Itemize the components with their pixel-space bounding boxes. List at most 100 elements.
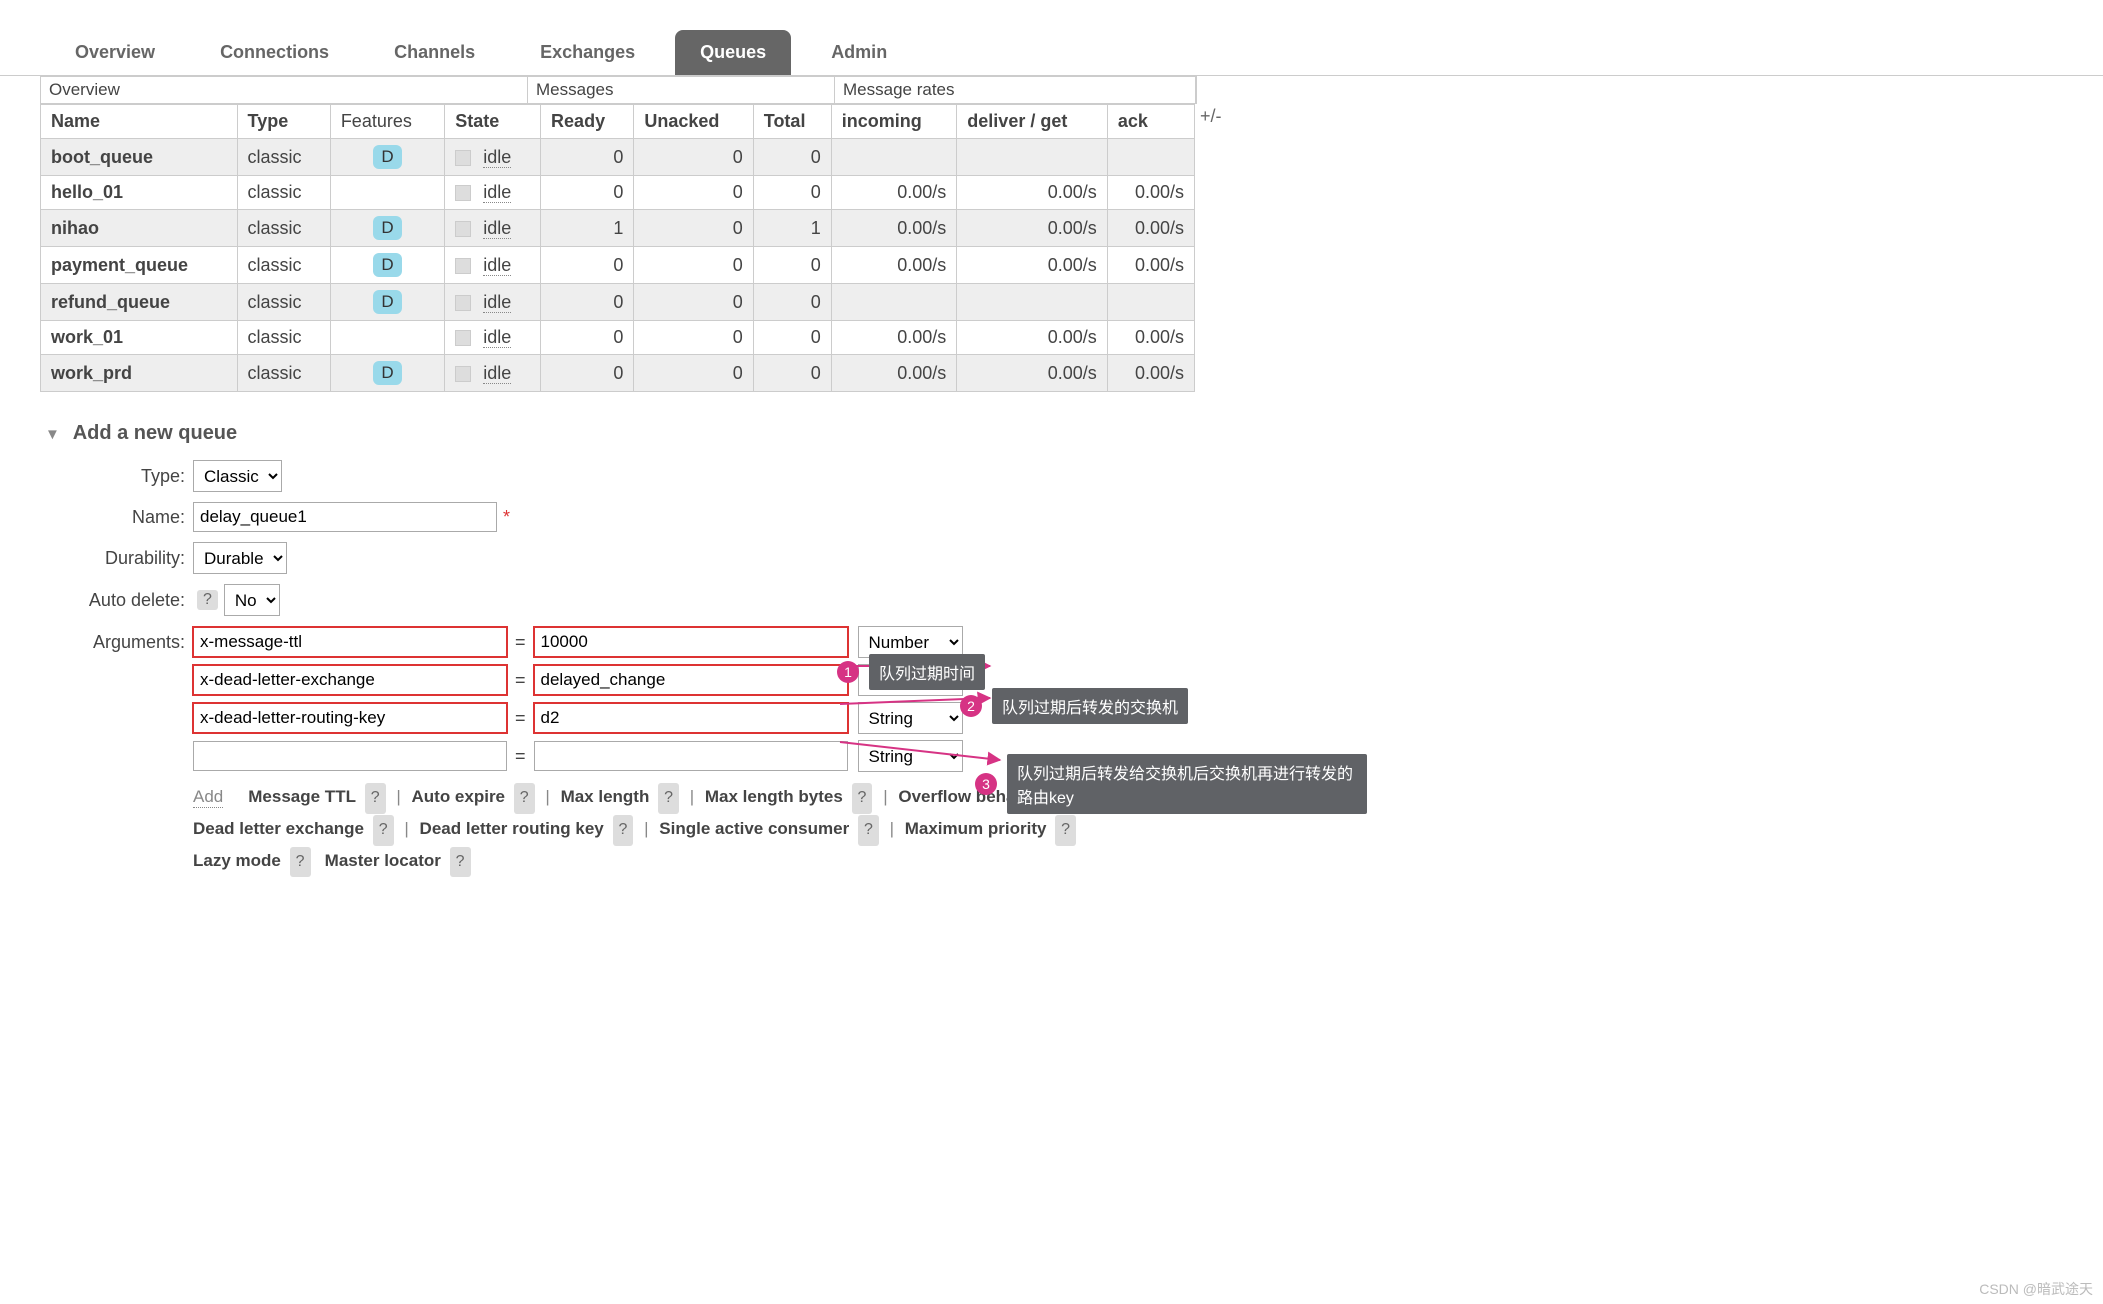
- queue-total: 0: [753, 139, 831, 176]
- queue-name[interactable]: work_01: [41, 321, 238, 355]
- required-marker: *: [503, 507, 510, 528]
- tab-channels[interactable]: Channels: [369, 30, 500, 75]
- col-ready[interactable]: Ready: [541, 105, 634, 139]
- hint-master[interactable]: Master locator: [325, 851, 441, 870]
- argument-type-select[interactable]: String: [858, 664, 963, 696]
- durable-badge: D: [373, 290, 401, 314]
- argument-value-input[interactable]: [534, 627, 848, 657]
- queue-name[interactable]: hello_01: [41, 176, 238, 210]
- queue-unacked: 0: [634, 355, 753, 392]
- queue-incoming: 0.00/s: [831, 321, 957, 355]
- name-input[interactable]: [193, 502, 497, 532]
- queue-unacked: 0: [634, 139, 753, 176]
- col-unacked[interactable]: Unacked: [634, 105, 753, 139]
- state-indicator-icon: [455, 150, 471, 166]
- help-icon[interactable]: ?: [514, 783, 535, 814]
- columns-toggle[interactable]: +/-: [1200, 104, 1222, 127]
- argument-key-input[interactable]: [193, 665, 507, 695]
- col-type[interactable]: Type: [237, 105, 330, 139]
- queue-features: [330, 321, 444, 355]
- argument-type-select[interactable]: String: [858, 740, 963, 772]
- argument-row: = String: [193, 740, 963, 772]
- autodelete-select[interactable]: No: [224, 584, 280, 616]
- hint-dlx[interactable]: Dead letter exchange: [193, 819, 364, 838]
- queue-features: D: [330, 355, 444, 392]
- tab-queues[interactable]: Queues: [675, 30, 791, 75]
- argument-type-select[interactable]: String: [858, 702, 963, 734]
- queue-name[interactable]: refund_queue: [41, 284, 238, 321]
- tab-admin[interactable]: Admin: [806, 30, 912, 75]
- col-name[interactable]: Name: [41, 105, 238, 139]
- help-icon[interactable]: ?: [373, 815, 394, 846]
- tab-connections[interactable]: Connections: [195, 30, 354, 75]
- queue-features: D: [330, 210, 444, 247]
- help-icon[interactable]: ?: [613, 815, 634, 846]
- queue-unacked: 0: [634, 284, 753, 321]
- state-indicator-icon: [455, 330, 471, 346]
- help-icon[interactable]: ?: [290, 847, 311, 878]
- col-total[interactable]: Total: [753, 105, 831, 139]
- hint-max-priority[interactable]: Maximum priority: [905, 819, 1047, 838]
- tab-exchanges[interactable]: Exchanges: [515, 30, 660, 75]
- hint-lazy[interactable]: Lazy mode: [193, 851, 281, 870]
- hint-overflow[interactable]: Overflow behaviour: [898, 787, 1057, 806]
- durability-select[interactable]: Durable: [193, 542, 287, 574]
- autodelete-help-icon[interactable]: ?: [197, 590, 218, 610]
- help-icon[interactable]: ?: [852, 783, 873, 814]
- hint-dlrk[interactable]: Dead letter routing key: [420, 819, 604, 838]
- queue-name[interactable]: boot_queue: [41, 139, 238, 176]
- argument-row: =String: [193, 702, 963, 734]
- queue-total: 0: [753, 176, 831, 210]
- durability-label: Durability:: [40, 548, 193, 569]
- help-icon[interactable]: ?: [450, 847, 471, 878]
- help-icon[interactable]: ?: [365, 783, 386, 814]
- argument-value-input[interactable]: [534, 665, 848, 695]
- equals-label: =: [515, 746, 526, 767]
- hint-auto-expire[interactable]: Auto expire: [412, 787, 506, 806]
- durable-badge: D: [373, 361, 401, 385]
- col-state[interactable]: State: [445, 105, 541, 139]
- argument-value-input[interactable]: [534, 741, 848, 771]
- tab-overview[interactable]: Overview: [50, 30, 180, 75]
- hint-max-length-bytes[interactable]: Max length bytes: [705, 787, 843, 806]
- add-queue-section-title[interactable]: ▼ Add a new queue: [45, 422, 2103, 445]
- help-icon[interactable]: ?: [1055, 815, 1076, 846]
- durable-badge: D: [373, 145, 401, 169]
- argument-row: =String: [193, 664, 963, 696]
- hint-msg-ttl[interactable]: Message TTL: [248, 787, 356, 806]
- argument-row: =Number: [193, 626, 963, 658]
- queue-type: classic: [237, 284, 330, 321]
- help-icon[interactable]: ?: [1066, 783, 1087, 814]
- queue-features: D: [330, 247, 444, 284]
- help-icon[interactable]: ?: [858, 815, 879, 846]
- autodelete-label: Auto delete:: [40, 590, 193, 611]
- arguments-group: =Number=String=String=String: [193, 626, 963, 772]
- queue-state: idle: [445, 176, 541, 210]
- hint-sac[interactable]: Single active consumer: [659, 819, 849, 838]
- hint-max-length[interactable]: Max length: [561, 787, 650, 806]
- queue-name[interactable]: payment_queue: [41, 247, 238, 284]
- queue-state: idle: [445, 355, 541, 392]
- help-icon[interactable]: ?: [658, 783, 679, 814]
- queue-name[interactable]: nihao: [41, 210, 238, 247]
- queue-total: 0: [753, 284, 831, 321]
- col-deliver[interactable]: deliver / get: [957, 105, 1108, 139]
- argument-key-input[interactable]: [193, 703, 507, 733]
- queue-name[interactable]: work_prd: [41, 355, 238, 392]
- queue-unacked: 0: [634, 176, 753, 210]
- name-label: Name:: [40, 507, 193, 528]
- queue-state: idle: [445, 284, 541, 321]
- add-argument-link[interactable]: Add: [193, 787, 223, 808]
- argument-type-select[interactable]: Number: [858, 626, 963, 658]
- queue-incoming: 0.00/s: [831, 247, 957, 284]
- argument-key-input[interactable]: [193, 741, 507, 771]
- col-ack[interactable]: ack: [1107, 105, 1194, 139]
- col-incoming[interactable]: incoming: [831, 105, 957, 139]
- table-row: refund_queueclassicDidle000: [41, 284, 1195, 321]
- queue-incoming: [831, 284, 957, 321]
- type-select[interactable]: Classic: [193, 460, 282, 492]
- argument-key-input[interactable]: [193, 627, 507, 657]
- argument-value-input[interactable]: [534, 703, 848, 733]
- queue-incoming: [831, 139, 957, 176]
- col-features[interactable]: Features: [330, 105, 444, 139]
